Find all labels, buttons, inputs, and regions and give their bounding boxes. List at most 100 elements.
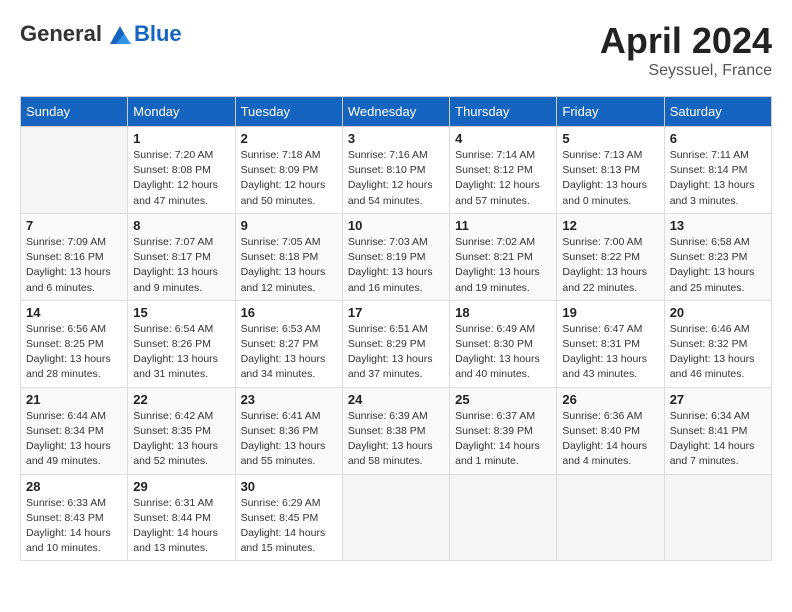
column-header-thursday: Thursday xyxy=(450,97,557,127)
title-block: April 2024 Seyssuel, France xyxy=(600,20,772,80)
calendar-cell: 28 Sunrise: 6:33 AMSunset: 8:43 PMDayligh… xyxy=(21,474,128,561)
day-info: Sunrise: 6:47 AMSunset: 8:31 PMDaylight:… xyxy=(562,322,658,383)
day-info: Sunrise: 6:31 AMSunset: 8:44 PMDaylight:… xyxy=(133,496,229,557)
calendar-cell: 20 Sunrise: 6:46 AMSunset: 8:32 PMDayligh… xyxy=(664,300,771,387)
day-number: 25 xyxy=(455,392,551,407)
calendar-cell: 8 Sunrise: 7:07 AMSunset: 8:17 PMDaylight… xyxy=(128,213,235,300)
day-number: 21 xyxy=(26,392,122,407)
day-info: Sunrise: 6:56 AMSunset: 8:25 PMDaylight:… xyxy=(26,322,122,383)
day-info: Sunrise: 6:34 AMSunset: 8:41 PMDaylight:… xyxy=(670,409,766,470)
calendar-cell: 2Sunrise: 7:18 AMSunset: 8:09 PMDaylight… xyxy=(235,127,342,214)
day-number: 28 xyxy=(26,479,122,494)
calendar-cell xyxy=(664,474,771,561)
day-number: 4 xyxy=(455,131,551,146)
calendar-cell: 16Sunrise: 6:53 AMSunset: 8:27 PMDayligh… xyxy=(235,300,342,387)
calendar-cell: 12Sunrise: 7:00 AMSunset: 8:22 PMDayligh… xyxy=(557,213,664,300)
day-info: Sunrise: 6:44 AMSunset: 8:34 PMDaylight:… xyxy=(26,409,122,470)
day-number: 19 xyxy=(562,305,658,320)
day-number: 3 xyxy=(348,131,444,146)
calendar-cell: 23 Sunrise: 6:41 AMSunset: 8:36 PMDayligh… xyxy=(235,387,342,474)
day-number: 9 xyxy=(241,218,337,233)
day-info: Sunrise: 6:37 AMSunset: 8:39 PMDaylight:… xyxy=(455,409,551,470)
column-header-tuesday: Tuesday xyxy=(235,97,342,127)
logo-icon xyxy=(106,20,134,48)
calendar-cell: 26Sunrise: 6:36 AMSunset: 8:40 PMDayligh… xyxy=(557,387,664,474)
day-number: 12 xyxy=(562,218,658,233)
day-info: Sunrise: 7:11 AMSunset: 8:14 PMDaylight:… xyxy=(670,148,766,209)
calendar-table: SundayMondayTuesdayWednesdayThursdayFrid… xyxy=(20,96,772,561)
day-info: Sunrise: 7:07 AMSunset: 8:17 PMDaylight:… xyxy=(133,235,229,296)
day-number: 29 xyxy=(133,479,229,494)
day-number: 6 xyxy=(670,131,766,146)
day-info: Sunrise: 7:03 AMSunset: 8:19 PMDaylight:… xyxy=(348,235,444,296)
day-number: 23 xyxy=(241,392,337,407)
day-number: 27 xyxy=(670,392,766,407)
calendar-cell: 6 Sunrise: 7:11 AMSunset: 8:14 PMDaylight… xyxy=(664,127,771,214)
day-number: 11 xyxy=(455,218,551,233)
calendar-cell xyxy=(557,474,664,561)
location-title: Seyssuel, France xyxy=(600,62,772,80)
calendar-cell: 15 Sunrise: 6:54 AMSunset: 8:26 PMDayligh… xyxy=(128,300,235,387)
calendar-cell: 25 Sunrise: 6:37 AMSunset: 8:39 PMDayligh… xyxy=(450,387,557,474)
day-info: Sunrise: 7:13 AMSunset: 8:13 PMDaylight:… xyxy=(562,148,658,209)
column-header-sunday: Sunday xyxy=(21,97,128,127)
calendar-week-4: 21 Sunrise: 6:44 AMSunset: 8:34 PMDayligh… xyxy=(21,387,772,474)
day-number: 7 xyxy=(26,218,122,233)
calendar-week-3: 14Sunrise: 6:56 AMSunset: 8:25 PMDayligh… xyxy=(21,300,772,387)
day-info: Sunrise: 6:42 AMSunset: 8:35 PMDaylight:… xyxy=(133,409,229,470)
day-info: Sunrise: 7:20 AMSunset: 8:08 PMDaylight:… xyxy=(133,148,229,209)
calendar-cell: 21 Sunrise: 6:44 AMSunset: 8:34 PMDayligh… xyxy=(21,387,128,474)
day-number: 17 xyxy=(348,305,444,320)
page-header: General Blue April 2024 Seyssuel, France xyxy=(20,20,772,80)
day-info: Sunrise: 7:09 AMSunset: 8:16 PMDaylight:… xyxy=(26,235,122,296)
day-info: Sunrise: 7:02 AMSunset: 8:21 PMDaylight:… xyxy=(455,235,551,296)
day-info: Sunrise: 6:46 AMSunset: 8:32 PMDaylight:… xyxy=(670,322,766,383)
day-number: 22 xyxy=(133,392,229,407)
calendar-cell: 3 Sunrise: 7:16 AMSunset: 8:10 PMDaylight… xyxy=(342,127,449,214)
day-info: Sunrise: 6:39 AMSunset: 8:38 PMDaylight:… xyxy=(348,409,444,470)
column-header-friday: Friday xyxy=(557,97,664,127)
column-header-monday: Monday xyxy=(128,97,235,127)
calendar-cell xyxy=(21,127,128,214)
day-number: 5 xyxy=(562,131,658,146)
day-info: Sunrise: 7:16 AMSunset: 8:10 PMDaylight:… xyxy=(348,148,444,209)
day-number: 24 xyxy=(348,392,444,407)
calendar-cell: 7 Sunrise: 7:09 AMSunset: 8:16 PMDaylight… xyxy=(21,213,128,300)
day-info: Sunrise: 7:14 AMSunset: 8:12 PMDaylight:… xyxy=(455,148,551,209)
day-info: Sunrise: 6:29 AMSunset: 8:45 PMDaylight:… xyxy=(241,496,337,557)
logo-text-blue: Blue xyxy=(134,21,182,47)
calendar-cell: 27 Sunrise: 6:34 AMSunset: 8:41 PMDayligh… xyxy=(664,387,771,474)
calendar-cell: 30 Sunrise: 6:29 AMSunset: 8:45 PMDayligh… xyxy=(235,474,342,561)
day-info: Sunrise: 6:53 AMSunset: 8:27 PMDaylight:… xyxy=(241,322,337,383)
calendar-week-1: 1 Sunrise: 7:20 AMSunset: 8:08 PMDaylight… xyxy=(21,127,772,214)
day-number: 1 xyxy=(133,131,229,146)
calendar-cell: 17Sunrise: 6:51 AMSunset: 8:29 PMDayligh… xyxy=(342,300,449,387)
day-info: Sunrise: 6:41 AMSunset: 8:36 PMDaylight:… xyxy=(241,409,337,470)
calendar-cell: 22 Sunrise: 6:42 AMSunset: 8:35 PMDayligh… xyxy=(128,387,235,474)
calendar-cell: 10 Sunrise: 7:03 AMSunset: 8:19 PMDayligh… xyxy=(342,213,449,300)
day-info: Sunrise: 6:36 AMSunset: 8:40 PMDaylight:… xyxy=(562,409,658,470)
month-title: April 2024 xyxy=(600,20,772,62)
day-number: 15 xyxy=(133,305,229,320)
day-number: 30 xyxy=(241,479,337,494)
calendar-cell: 5 Sunrise: 7:13 AMSunset: 8:13 PMDaylight… xyxy=(557,127,664,214)
day-info: Sunrise: 6:54 AMSunset: 8:26 PMDaylight:… xyxy=(133,322,229,383)
day-info: Sunrise: 6:33 AMSunset: 8:43 PMDaylight:… xyxy=(26,496,122,557)
day-number: 10 xyxy=(348,218,444,233)
day-number: 20 xyxy=(670,305,766,320)
calendar-cell: 19 Sunrise: 6:47 AMSunset: 8:31 PMDayligh… xyxy=(557,300,664,387)
calendar-cell: 11 Sunrise: 7:02 AMSunset: 8:21 PMDayligh… xyxy=(450,213,557,300)
column-header-wednesday: Wednesday xyxy=(342,97,449,127)
calendar-cell: 4 Sunrise: 7:14 AMSunset: 8:12 PMDaylight… xyxy=(450,127,557,214)
day-number: 8 xyxy=(133,218,229,233)
calendar-cell xyxy=(342,474,449,561)
calendar-cell: 24 Sunrise: 6:39 AMSunset: 8:38 PMDayligh… xyxy=(342,387,449,474)
calendar-cell xyxy=(450,474,557,561)
day-info: Sunrise: 7:05 AMSunset: 8:18 PMDaylight:… xyxy=(241,235,337,296)
day-info: Sunrise: 6:49 AMSunset: 8:30 PMDaylight:… xyxy=(455,322,551,383)
day-info: Sunrise: 6:58 AMSunset: 8:23 PMDaylight:… xyxy=(670,235,766,296)
calendar-cell: 18Sunrise: 6:49 AMSunset: 8:30 PMDayligh… xyxy=(450,300,557,387)
calendar-cell: 29 Sunrise: 6:31 AMSunset: 8:44 PMDayligh… xyxy=(128,474,235,561)
day-number: 13 xyxy=(670,218,766,233)
logo-text-general: General xyxy=(20,21,102,47)
